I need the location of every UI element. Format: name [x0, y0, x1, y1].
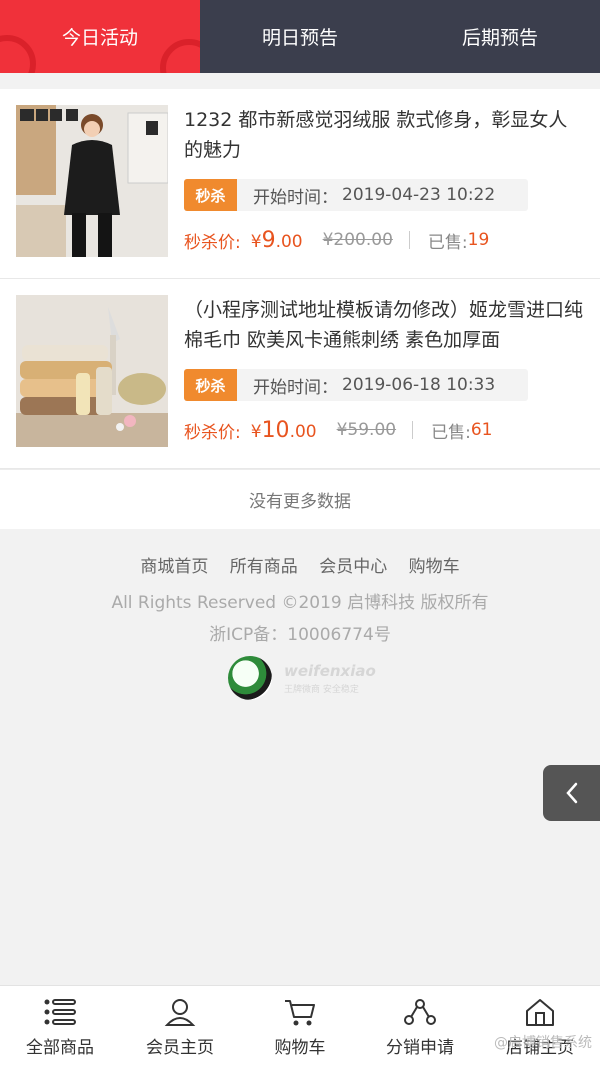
sale-price: ¥9.00 — [251, 228, 303, 253]
brand-tagline: 王牌微商 安全稳定 — [284, 684, 359, 695]
footer-link-cart[interactable]: 购物车 — [409, 557, 460, 577]
brand-logo: weifenxiao 王牌微商 安全稳定 — [228, 656, 376, 700]
side-back-button[interactable] — [543, 765, 600, 821]
flash-sale-row: 秒杀 开始时间： 2019-06-18 10:33 — [184, 369, 528, 401]
price-decimal: .00 — [289, 421, 317, 442]
product-title[interactable]: （小程序测试地址模板请勿修改）姬龙雪进口纯棉毛巾 欧美风卡通熊刺绣 素色加厚面 — [184, 295, 584, 357]
sold-label: 已售: — [431, 422, 471, 443]
tab-tomorrow-label: 明日预告 — [261, 27, 338, 49]
nav-all-products[interactable]: 全部商品 — [0, 986, 120, 1066]
price-integer: 10 — [261, 417, 290, 443]
original-price: ¥200.00 — [322, 230, 393, 250]
product-image[interactable] — [16, 295, 168, 447]
store-icon — [523, 995, 557, 1029]
footer-links: 商城首页 所有商品 会员中心 购物车 — [0, 552, 600, 577]
nav-store-home[interactable]: 店铺主页 — [480, 986, 600, 1066]
product-item[interactable]: 1232 都市新感觉羽绒服 款式修身，彰显女人的魅力 秒杀 开始时间： 2019… — [0, 89, 600, 279]
spacer — [0, 73, 600, 89]
price-decimal: .00 — [275, 231, 303, 252]
price-row: 秒杀价: ¥10.00 ¥59.00 已售: 61 — [184, 415, 492, 445]
tab-later-label: 后期预告 — [461, 27, 538, 49]
sold-count: 61 — [470, 420, 493, 440]
product-item[interactable]: （小程序测试地址模板请勿修改）姬龙雪进口纯棉毛巾 欧美风卡通熊刺绣 素色加厚面 … — [0, 279, 600, 469]
watermark: @启博销售系统 — [494, 1035, 592, 1051]
flash-sale-badge: 秒杀 — [184, 369, 237, 401]
sale-price: ¥10.00 — [251, 418, 317, 443]
footer-link-member-center[interactable]: 会员中心 — [319, 557, 387, 577]
price-integer: 9 — [261, 227, 276, 253]
no-more-data: 没有更多数据 — [0, 469, 600, 529]
sold-count: 19 — [467, 230, 490, 250]
user-icon — [163, 995, 197, 1029]
copyright: All Rights Reserved ©2019 启博科技 版权所有 — [111, 593, 489, 613]
nav-label: 全部商品 — [26, 1037, 94, 1058]
tab-today[interactable]: 今日活动 — [0, 0, 200, 73]
original-price: ¥59.00 — [336, 420, 397, 440]
footer-link-home[interactable]: 商城首页 — [140, 557, 208, 577]
nav-cart[interactable]: 购物车 — [240, 986, 360, 1066]
price-row: 秒杀价: ¥9.00 ¥200.00 已售: 19 — [184, 225, 489, 255]
start-time-label: 开始时间： — [253, 377, 338, 398]
start-time-value: 2019-04-23 10:22 — [342, 185, 496, 205]
price-label: 秒杀价: — [184, 422, 241, 443]
product-image[interactable] — [16, 105, 168, 257]
currency-symbol: ¥ — [250, 421, 262, 442]
tab-later[interactable]: 后期预告 — [400, 0, 600, 73]
tab-today-label: 今日活动 — [61, 27, 138, 49]
panda-logo-icon — [228, 656, 272, 700]
nav-member-home[interactable]: 会员主页 — [120, 986, 240, 1066]
cart-icon — [283, 995, 317, 1029]
flash-sale-row: 秒杀 开始时间： 2019-04-23 10:22 — [184, 179, 528, 211]
share-icon — [403, 995, 437, 1029]
sold-label: 已售: — [427, 232, 468, 253]
nav-label: 购物车 — [274, 1037, 326, 1058]
price-label: 秒杀价: — [184, 232, 241, 253]
footer-link-all-products[interactable]: 所有商品 — [230, 557, 298, 577]
product-list: 1232 都市新感觉羽绒服 款式修身，彰显女人的魅力 秒杀 开始时间： 2019… — [0, 89, 600, 469]
nav-label: 分销申请 — [386, 1037, 454, 1058]
start-time-label: 开始时间： — [253, 187, 338, 208]
flash-sale-badge: 秒杀 — [184, 179, 237, 211]
divider — [412, 421, 414, 439]
brand-name: weifenxiao — [284, 661, 376, 680]
divider — [408, 231, 410, 249]
activity-tabs: 今日活动 明日预告 后期预告 — [0, 0, 600, 73]
start-time-value: 2019-06-18 10:33 — [342, 375, 496, 395]
nav-label: 会员主页 — [146, 1037, 214, 1058]
currency-symbol: ¥ — [250, 231, 262, 252]
nav-distribution-apply[interactable]: 分销申请 — [360, 986, 480, 1066]
tab-tomorrow[interactable]: 明日预告 — [200, 0, 400, 73]
list-icon — [43, 995, 77, 1029]
bottom-nav: 全部商品 会员主页 购物车 分销申请 店铺主页 @启博销售系统 — [0, 985, 600, 1066]
product-title[interactable]: 1232 都市新感觉羽绒服 款式修身，彰显女人的魅力 — [184, 105, 584, 167]
chevron-left-icon — [565, 782, 577, 804]
icp-number: 浙ICP备：10006774号 — [209, 625, 391, 645]
brand-text: weifenxiao 王牌微商 安全稳定 — [284, 662, 376, 695]
